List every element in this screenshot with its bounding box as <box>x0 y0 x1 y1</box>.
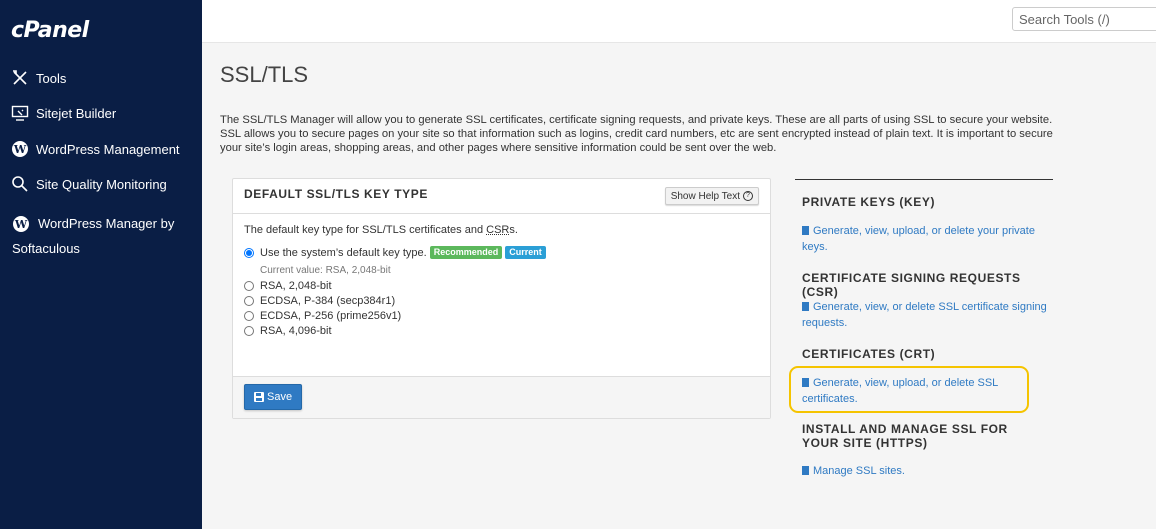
desc-suffix: s. <box>509 224 518 236</box>
section-heading-certificates: CERTIFICATES (CRT) <box>802 347 936 361</box>
svg-text:W: W <box>13 143 27 156</box>
section-heading-csr: CERTIFICATE SIGNING REQUESTS (CSR) <box>802 271 1021 299</box>
link-label: Generate, view, upload, or delete your p… <box>802 225 1035 253</box>
panel-header: DEFAULT SSL/TLS KEY TYPE Show Help Text … <box>233 179 770 214</box>
panel-title: DEFAULT SSL/TLS KEY TYPE <box>244 187 428 201</box>
panel-description: The default key type for SSL/TLS certifi… <box>244 224 518 236</box>
save-icon <box>254 392 264 402</box>
sidebar: cPanel Tools Sitejet Builder W WordPress… <box>0 0 202 529</box>
sidebar-item-label: Tools <box>36 70 67 86</box>
sidebar-item-label: WordPress Manager by Softaculous <box>12 216 175 256</box>
desc-text: The default key type for SSL/TLS certifi… <box>244 224 487 236</box>
highlight-box <box>789 366 1029 413</box>
option-label: ECDSA, P-256 (prime256v1) <box>260 310 402 322</box>
option-label: ECDSA, P-384 (secp384r1) <box>260 295 396 307</box>
current-badge: Current <box>505 246 546 259</box>
key-type-option-default[interactable]: Use the system’s default key type. Recom… <box>244 246 546 259</box>
sidebar-item-wordpress-manager[interactable]: W WordPress Manager by Softaculous <box>12 211 197 261</box>
help-button-label: Show Help Text <box>670 190 740 202</box>
csr-link[interactable]: Generate, view, or delete SSL certificat… <box>802 299 1052 331</box>
panel-body: The default key type for SSL/TLS certifi… <box>233 214 770 377</box>
sidebar-item-label: Site Quality Monitoring <box>36 176 167 192</box>
option-label: Use the system’s default key type. <box>260 246 427 259</box>
svg-text:W: W <box>14 218 28 231</box>
cpanel-logo[interactable]: cPanel <box>11 18 89 43</box>
document-icon <box>802 466 809 475</box>
radio-ecdsa-256[interactable] <box>244 311 254 321</box>
sidebar-item-wordpress-management[interactable]: W WordPress Management <box>10 139 180 159</box>
document-icon <box>802 302 809 311</box>
show-help-text-button[interactable]: Show Help Text ? <box>664 187 759 205</box>
radio-rsa-2048[interactable] <box>244 281 254 291</box>
csr-abbr: CSR <box>486 224 510 236</box>
key-type-option-ecdsa-256[interactable]: ECDSA, P-256 (prime256v1) <box>244 310 401 322</box>
sidebar-item-site-quality[interactable]: Site Quality Monitoring <box>10 174 167 194</box>
option-label: RSA, 4,096-bit <box>260 325 332 337</box>
document-icon <box>802 226 809 235</box>
wordpress-icon: W <box>12 215 32 235</box>
search-input[interactable] <box>1012 7 1156 31</box>
intro-text: The SSL/TLS Manager will allow you to ge… <box>220 114 1053 154</box>
sidebar-item-label: Sitejet Builder <box>36 105 117 121</box>
link-label: Generate, view, or delete SSL certificat… <box>802 301 1047 329</box>
link-label: Manage SSL sites. <box>813 465 905 477</box>
radio-ecdsa-384[interactable] <box>244 296 254 306</box>
panel-footer: Save <box>233 376 770 418</box>
current-value-text: Current value: RSA, 2,048-bit <box>260 265 391 276</box>
save-label: Save <box>267 391 293 403</box>
radio-default[interactable] <box>244 247 254 258</box>
divider <box>795 179 1053 180</box>
key-type-option-rsa-4096[interactable]: RSA, 4,096-bit <box>244 325 332 337</box>
section-heading-install-ssl: INSTALL AND MANAGE SSL FOR YOUR SITE (HT… <box>802 422 1008 450</box>
private-keys-link[interactable]: Generate, view, upload, or delete your p… <box>802 223 1052 255</box>
key-type-option-ecdsa-384[interactable]: ECDSA, P-384 (secp384r1) <box>244 295 395 307</box>
sidebar-item-label: WordPress Management <box>36 141 180 157</box>
wordpress-icon: W <box>10 139 30 159</box>
key-type-option-rsa-2048[interactable]: RSA, 2,048-bit <box>244 280 332 292</box>
section-heading-private-keys: PRIVATE KEYS (KEY) <box>802 195 936 209</box>
page-title: SSL/TLS <box>220 62 309 87</box>
sitejet-icon <box>10 103 30 123</box>
manage-ssl-link[interactable]: Manage SSL sites. <box>802 463 1052 479</box>
key-type-panel: DEFAULT SSL/TLS KEY TYPE Show Help Text … <box>232 178 771 419</box>
question-icon: ? <box>743 191 753 201</box>
search-monitor-icon <box>10 174 30 194</box>
tools-icon <box>10 68 30 88</box>
option-label: RSA, 2,048-bit <box>260 280 332 292</box>
save-button[interactable]: Save <box>244 384 303 410</box>
recommended-badge: Recommended <box>429 246 503 259</box>
radio-rsa-4096[interactable] <box>244 326 254 336</box>
sidebar-item-sitejet[interactable]: Sitejet Builder <box>10 103 116 123</box>
sidebar-item-tools[interactable]: Tools <box>10 68 66 88</box>
